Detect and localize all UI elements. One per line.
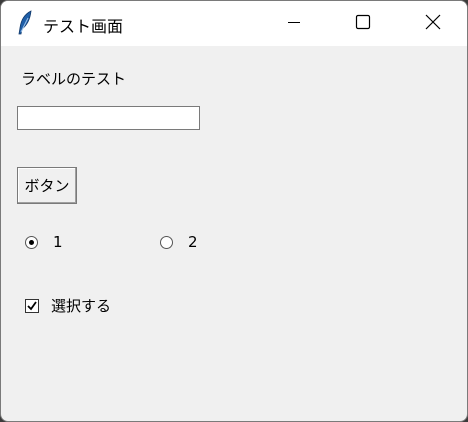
feather-icon: [17, 10, 35, 36]
radio-checked-icon[interactable]: [25, 235, 38, 249]
maximize-icon: [355, 14, 371, 34]
close-icon: [424, 13, 442, 35]
maximize-button[interactable]: [340, 1, 386, 46]
window-title: テスト画面: [43, 17, 124, 36]
radio-label-2: 2: [188, 233, 198, 251]
minimize-button[interactable]: [271, 1, 317, 46]
test-button[interactable]: ボタン: [17, 167, 77, 204]
radio-unchecked-icon[interactable]: [160, 235, 173, 249]
radio-option-1[interactable]: 1: [25, 233, 63, 251]
checkbox-checked-icon[interactable]: [25, 298, 39, 313]
window-content: ラベルのテスト ボタン 1 2 選択する: [1, 46, 467, 421]
radio-label-1: 1: [53, 233, 63, 251]
text-entry[interactable]: [17, 106, 200, 130]
checkbox-label: 選択する: [51, 297, 112, 315]
title-bar[interactable]: テスト画面: [1, 1, 467, 46]
radio-option-2[interactable]: 2: [160, 233, 198, 251]
test-label: ラベルのテスト: [21, 70, 127, 88]
close-button[interactable]: [410, 1, 456, 46]
app-window: テスト画面 ラベルのテスト ボタン 1 2 選択する: [0, 0, 468, 422]
minimize-icon: [287, 14, 301, 33]
select-checkbox[interactable]: 選択する: [25, 295, 111, 316]
